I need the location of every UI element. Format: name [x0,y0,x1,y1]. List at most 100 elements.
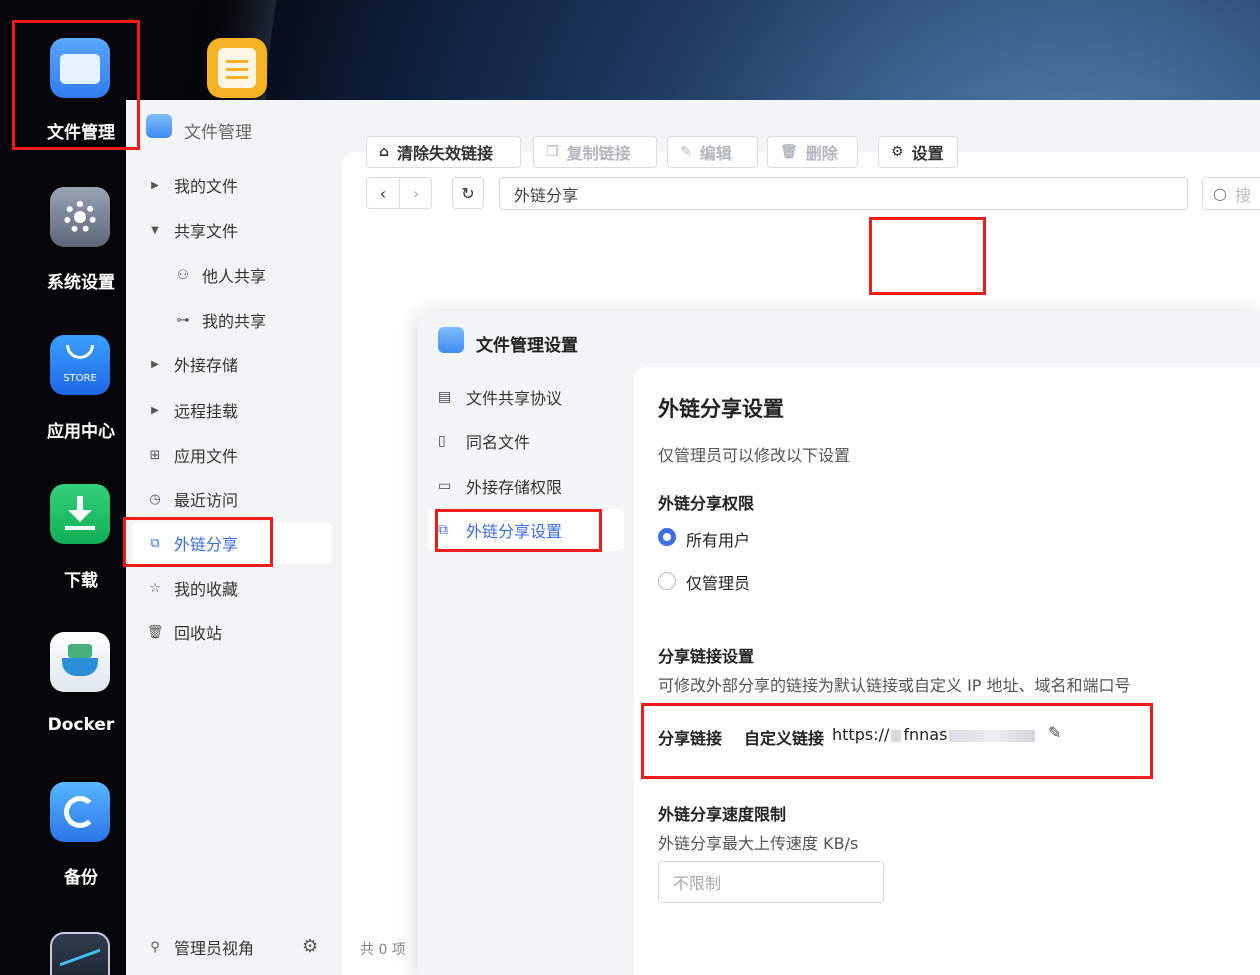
sidebar-item-shared-files[interactable]: ▼ 共享文件 [146,217,238,243]
admin-only-note: 仅管理员可以修改以下设置 [658,446,851,465]
path-text: 外链分享 [514,185,579,205]
status-count: 共 0 项 [360,942,406,958]
nav-label: 文件共享协议 [466,389,563,408]
sidebar-item-label: 我的共享 [202,312,267,331]
sidebar-item-label: 我的收藏 [174,580,239,599]
gear-icon[interactable] [50,187,110,247]
share-nodes-icon: ⊶ [176,312,190,328]
speed-limit-placeholder: 不限制 [673,874,722,893]
dialog-title: 文件管理设置 [476,336,578,356]
settings-panel: 外链分享设置 仅管理员可以修改以下设置 外链分享权限 所有用户 仅管理员 分享链… [634,367,1260,975]
radio-admin-only[interactable] [658,572,676,590]
caret-right-icon: ▶ [151,358,159,370]
clear-invalid-links-button[interactable]: ⌂ 清除失效链接 [366,136,521,168]
dock-label-settings[interactable]: 系统设置 [20,268,142,293]
doc-icon: ▤ [438,389,452,405]
admin-view-label: 管理员视角 [174,939,255,958]
speed-limit-input[interactable]: 不限制 [658,861,884,903]
delete-button[interactable]: 🗑 删除 [767,136,858,168]
file-icon: ▯ [438,433,446,449]
sidebar-item-label: 最近访问 [174,491,239,510]
sidebar-item-others-shared[interactable]: ⚇ 他人共享 [174,262,266,288]
delete-label: 删除 [805,144,838,163]
copy-label: 复制链接 [566,144,631,163]
gear-icon[interactable]: ⚙ [302,936,318,957]
speed-limit-desc: 外链分享最大上传速度 KB/s [658,834,859,853]
refresh-button[interactable]: ↻ [452,177,484,209]
star-icon: ☆ [149,580,161,596]
permission-title: 外链分享权限 [658,494,755,513]
settings-label: 设置 [911,144,944,163]
highlight-settings-button [869,217,986,295]
search-icon: ○ [1213,184,1227,203]
radio-admin-only-label[interactable]: 仅管理员 [686,570,750,594]
store-icon-text: STORE [63,373,97,384]
sidebar-item-label: 他人共享 [202,267,267,286]
dock-label-download[interactable]: 下载 [20,566,142,591]
sidebar-item-my-files[interactable]: ▶ 我的文件 [146,172,238,198]
trash-icon: 🗑 [146,624,164,640]
store-icon[interactable]: STORE [50,335,110,395]
nav-button-group: ‹ › [366,177,432,209]
dock-label-app-center[interactable]: 应用中心 [20,417,142,442]
forward-button[interactable]: › [400,178,432,208]
highlight-dialog-nav [435,509,602,552]
dialog-nav-same-name[interactable]: ▯ 同名文件 [438,426,530,456]
edit-label: 编辑 [699,144,732,163]
download-icon[interactable] [50,484,110,544]
nav-label: 同名文件 [466,433,531,452]
sidebar-item-external-storage[interactable]: ▶ 外接存储 [146,351,238,377]
sidebar-item-recent[interactable]: ◷ 最近访问 [146,486,238,512]
settings-dialog: 文件管理设置 ▤ 文件共享协议 ▯ 同名文件 ▭ 外接存储权限 ⧉ 外链分享设置 外链分… [418,311,1260,975]
grid-icon: ⊞ [149,447,161,463]
sidebar-item-label: 外接存储 [174,356,239,375]
sidebar-item-label: 我的文件 [174,177,239,196]
copy-link-button[interactable]: ❐ 复制链接 [533,136,657,168]
sidebar-item-label: 应用文件 [174,447,239,466]
dialog-nav-external-storage-perm[interactable]: ▭ 外接存储权限 [438,471,562,501]
dialog-nav-share-protocol[interactable]: ▤ 文件共享协议 [438,382,562,412]
nav-label: 外接存储权限 [466,478,563,497]
dock-label-docker[interactable]: Docker [20,715,142,735]
sidebar-item-label: 远程挂载 [174,402,239,421]
search-placeholder: 搜 [1234,185,1251,205]
path-bar[interactable]: 外链分享 [499,177,1188,210]
caret-down-icon: ▼ [151,224,159,236]
sidebar-item-label: 回收站 [174,624,223,643]
radio-all-users[interactable] [658,528,676,546]
trash-icon: 🗑 [780,144,798,160]
sidebar-item-remote-mount[interactable]: ▶ 远程挂载 [146,397,238,423]
link-settings-title: 分享链接设置 [658,647,755,666]
users-icon: ⚇ [177,267,189,283]
monitor-app-icon[interactable] [50,932,110,975]
sidebar-footer-admin-view[interactable]: ⚲ 管理员视角 [146,934,254,960]
notes-app-icon[interactable] [207,38,267,98]
edit-icon: ✎ [680,144,692,160]
panel-heading: 外链分享设置 [658,397,784,421]
window-title: 文件管理 [184,123,252,143]
settings-button[interactable]: ⚙ 设置 [878,136,958,168]
user-icon: ⚲ [150,939,160,955]
folder-icon [146,114,172,138]
docker-icon[interactable] [50,632,110,692]
highlight-share-link-row [641,703,1153,779]
speed-limit-title: 外链分享速度限制 [658,805,787,824]
caret-right-icon: ▶ [151,404,159,416]
caret-right-icon: ▶ [151,179,159,191]
clear-label: 清除失效链接 [397,144,494,163]
highlight-external-share-sidebar [123,517,273,567]
sidebar-item-label: 共享文件 [174,222,239,241]
sidebar-item-app-files[interactable]: ⊞ 应用文件 [146,442,238,468]
radio-all-users-label[interactable]: 所有用户 [686,527,750,551]
edit-button[interactable]: ✎ 编辑 [667,136,758,168]
backup-icon[interactable] [50,782,110,842]
copy-icon: ❐ [546,144,559,160]
dock-label-backup[interactable]: 备份 [20,863,142,888]
back-button[interactable]: ‹ [367,178,400,208]
sidebar-item-trash[interactable]: 🗑 回收站 [146,619,222,645]
dialog-app-icon [438,327,464,353]
search-input[interactable]: ○ 搜 [1202,177,1260,210]
sidebar-item-favorites[interactable]: ☆ 我的收藏 [146,575,238,601]
sidebar-item-my-shared[interactable]: ⊶ 我的共享 [174,307,267,333]
clock-icon: ◷ [149,491,161,507]
